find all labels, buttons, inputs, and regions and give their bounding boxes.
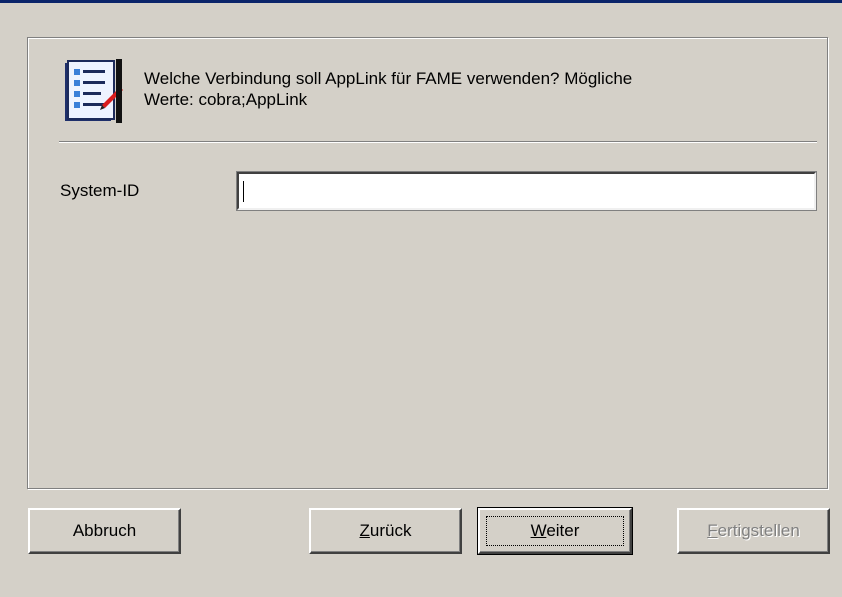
focus-rectangle (486, 516, 624, 546)
wizard-list-icon (65, 59, 123, 123)
title-bar-edge (0, 0, 842, 3)
cancel-button[interactable]: Abbruch (28, 508, 181, 554)
text-caret (243, 181, 244, 202)
wizard-content-panel: Welche Verbindung soll AppLink für FAME … (27, 37, 828, 489)
system-id-label: System-ID (60, 181, 140, 200)
wizard-question: Welche Verbindung soll AppLink für FAME … (144, 68, 804, 110)
next-button[interactable]: Weiter (477, 507, 633, 555)
back-button[interactable]: Zurück (309, 508, 462, 554)
cancel-button-label: Abbruch (72, 521, 137, 540)
header-separator (59, 141, 817, 143)
back-button-mnemonic: Z (359, 521, 370, 540)
finish-button-label: ertigstellen (717, 521, 800, 540)
question-line-1: Welche Verbindung soll AppLink für FAME … (144, 69, 633, 88)
back-button-label: urück (369, 521, 412, 540)
finish-button[interactable]: Fertigstellen (677, 508, 830, 554)
finish-button-mnemonic: F (707, 521, 718, 540)
system-id-input[interactable] (236, 171, 817, 211)
question-line-2: Werte: cobra;AppLink (144, 90, 308, 109)
